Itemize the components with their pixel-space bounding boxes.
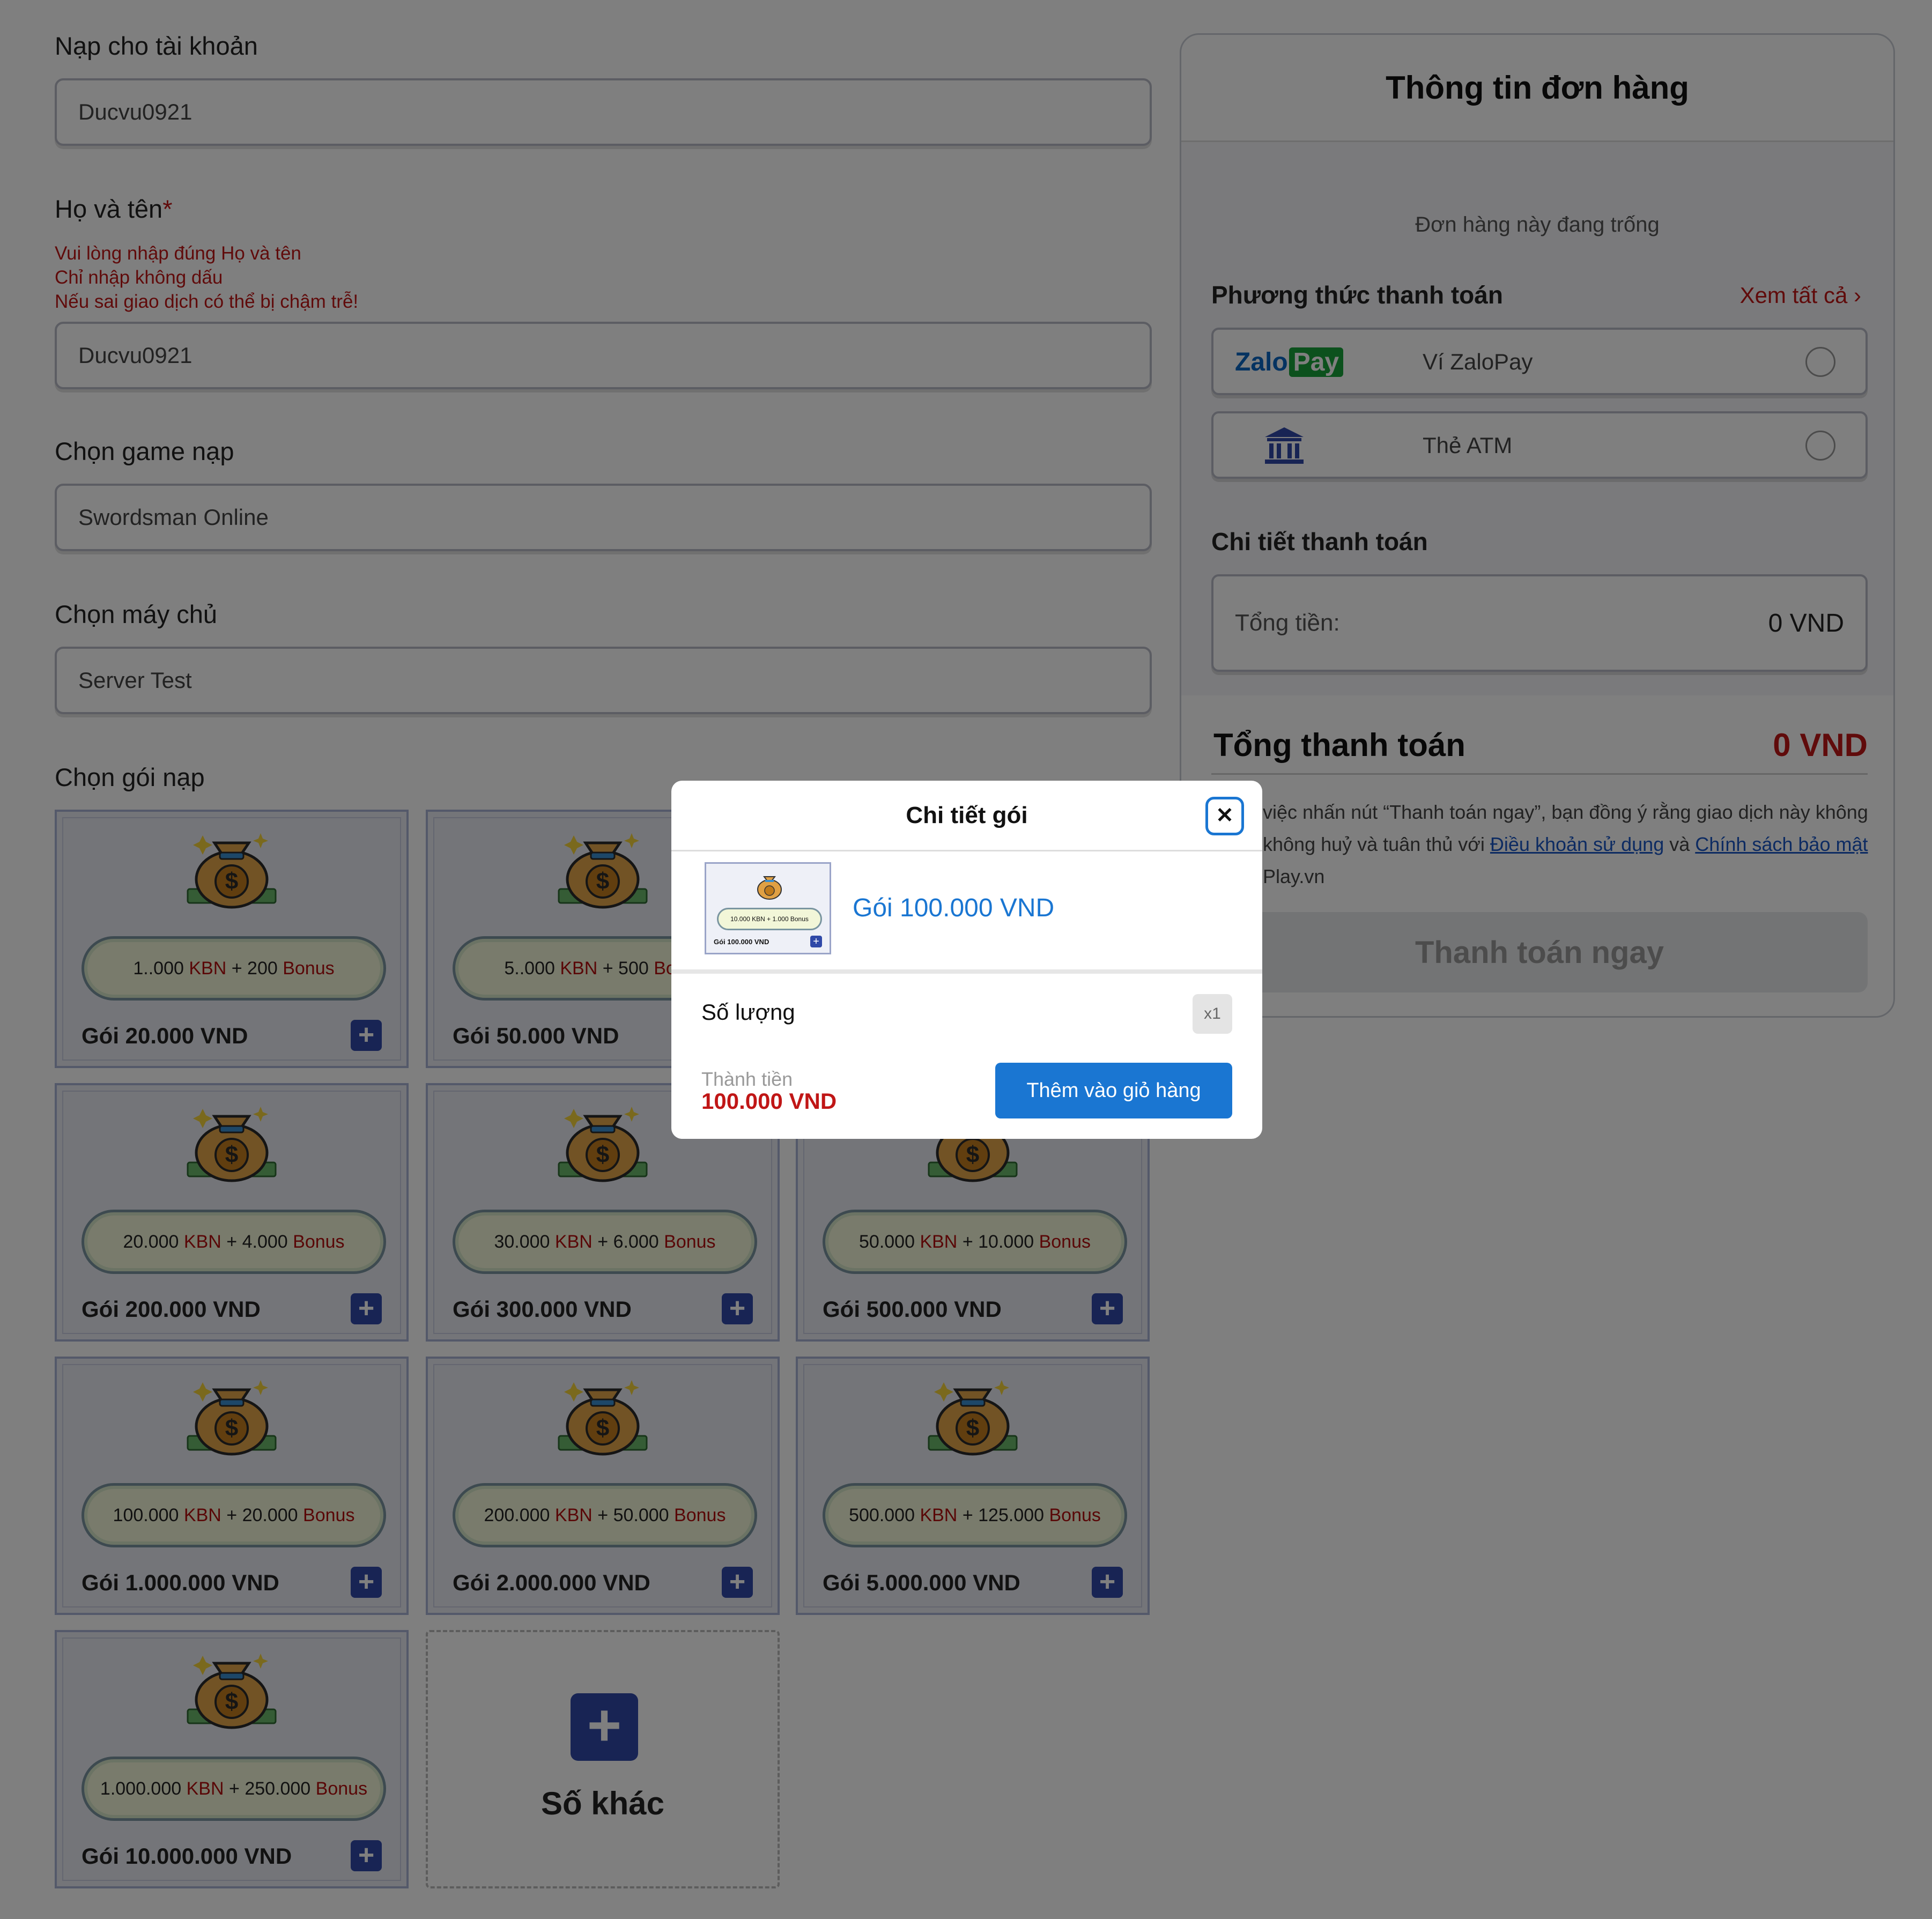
thumb-name: Gói 100.000 VND <box>714 938 769 946</box>
subtotal-value: 100.000 VND <box>701 1088 837 1114</box>
package-thumbnail: 10.000 KBN + 1.000 Bonus Gói 100.000 VND… <box>705 862 831 954</box>
modal-package-name: Gói 100.000 VND <box>853 894 1055 922</box>
close-icon[interactable]: ✕ <box>1205 797 1244 835</box>
modal-divider <box>671 969 1262 974</box>
modal-title: Chi tiết gói <box>671 781 1262 851</box>
add-to-cart-button[interactable]: Thêm vào giỏ hàng <box>995 1063 1232 1118</box>
subtotal-label: Thành tiền <box>701 1068 793 1090</box>
quantity-label: Số lượng <box>701 999 795 1025</box>
quantity-value[interactable]: x1 <box>1193 994 1232 1034</box>
money-bag-icon <box>757 876 782 900</box>
plus-icon: + <box>810 936 822 947</box>
thumb-banner: 10.000 KBN + 1.000 Bonus <box>717 908 822 930</box>
package-detail-modal: Chi tiết gói ✕ 10.000 KBN + 1.000 Bonus … <box>671 781 1262 1139</box>
